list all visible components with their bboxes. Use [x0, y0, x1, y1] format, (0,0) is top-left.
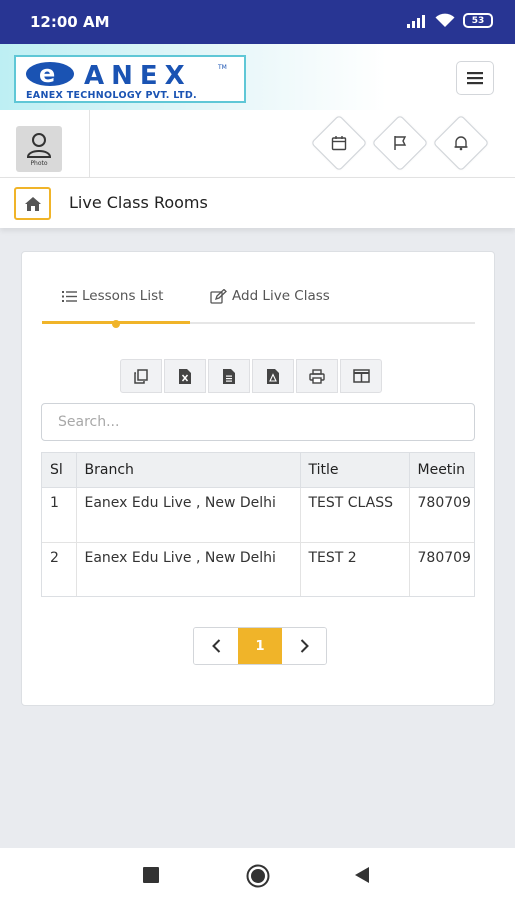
table-row[interactable]: 2 Eanex Edu Live , New Delhi TEST 2 7807… — [42, 542, 474, 596]
signal-icon — [407, 14, 425, 28]
table-cell-title: TEST 2 — [300, 542, 410, 596]
status-time: 12:00 AM — [30, 13, 110, 31]
main-card: Lessons List Add Live Class Search... Sl… — [21, 251, 495, 706]
tab-label: Add Live Class — [232, 288, 330, 304]
column-header-title[interactable]: Title — [300, 453, 410, 488]
chevron-right-icon — [300, 639, 309, 653]
home-nav-button[interactable] — [246, 864, 270, 888]
brand-logo[interactable]: e ANEX TM EANEX TECHNOLOGY PVT. LTD. — [14, 55, 246, 103]
status-icons: 53 — [407, 13, 493, 28]
search-input[interactable] — [41, 403, 475, 441]
print-icon — [309, 368, 325, 384]
print-button[interactable] — [296, 359, 338, 393]
svg-text:ANEX: ANEX — [84, 61, 192, 88]
avatar-caption: Photo — [30, 160, 48, 167]
table-cell-branch: Eanex Edu Live , New Delhi — [76, 487, 301, 543]
circle-icon — [246, 864, 270, 888]
table-header-row: Sl Branch Title Meetin — [42, 453, 474, 488]
page-button-current[interactable]: 1 — [238, 628, 282, 664]
wifi-icon — [435, 13, 455, 27]
battery-icon: 53 — [463, 13, 493, 28]
tab-label: Lessons List — [82, 288, 164, 304]
system-nav-bar — [0, 848, 515, 900]
table-cell-branch: Eanex Edu Live , New Delhi — [76, 542, 301, 596]
tab-add-live-class[interactable]: Add Live Class — [210, 288, 330, 304]
list-icon — [62, 290, 77, 302]
copy-icon — [134, 368, 148, 384]
battery-level: 53 — [471, 15, 485, 26]
excel-export-button[interactable] — [164, 359, 206, 393]
avatar[interactable]: Photo — [16, 126, 62, 172]
lessons-table: Sl Branch Title Meetin 1 Eanex Edu Live … — [41, 452, 475, 597]
user-bar: Photo — [0, 110, 515, 178]
flag-icon — [394, 136, 407, 150]
export-toolbar — [120, 359, 382, 393]
svg-text:e: e — [39, 60, 55, 88]
square-icon — [143, 867, 159, 883]
svg-text:TM: TM — [217, 64, 227, 71]
tab-lessons-list[interactable]: Lessons List — [62, 288, 163, 304]
menu-button[interactable] — [456, 61, 494, 95]
table-cell-meeting: 780709 — [409, 487, 474, 543]
recents-button[interactable] — [143, 867, 159, 883]
page-title: Live Class Rooms — [69, 193, 208, 212]
flag-button[interactable] — [371, 114, 429, 172]
tab-active-dot — [112, 320, 120, 328]
top-bar: e ANEX TM EANEX TECHNOLOGY PVT. LTD. — [0, 44, 515, 110]
pagination: 1 — [193, 627, 327, 665]
calendar-button[interactable] — [310, 114, 368, 172]
edit-icon — [210, 288, 227, 304]
table-cell-sl: 2 — [42, 542, 77, 596]
back-triangle-icon — [355, 867, 369, 883]
column-header-sl[interactable]: Sl — [42, 453, 77, 488]
home-icon — [24, 196, 41, 211]
bell-icon — [454, 136, 468, 151]
user-icon — [26, 133, 52, 158]
chevron-left-icon — [211, 639, 220, 653]
hamburger-icon — [467, 72, 483, 85]
column-header-meeting[interactable]: Meetin — [409, 453, 474, 488]
notification-button[interactable] — [432, 114, 490, 172]
calendar-icon — [331, 136, 347, 151]
back-button[interactable] — [354, 866, 370, 884]
table-cell-meeting: 780709 — [409, 542, 474, 596]
table-cell-title: TEST CLASS — [300, 487, 410, 543]
table-cell-sl: 1 — [42, 487, 77, 543]
divider — [89, 110, 90, 178]
pdf-icon — [267, 368, 279, 384]
column-header-branch[interactable]: Branch — [76, 453, 301, 488]
excel-icon — [179, 368, 191, 384]
prev-page-button[interactable] — [194, 628, 238, 664]
column-visibility-button[interactable] — [340, 359, 382, 393]
next-page-button[interactable] — [282, 628, 326, 664]
logo-subtitle: EANEX TECHNOLOGY PVT. LTD. — [26, 90, 197, 101]
tab-bar: Lessons List Add Live Class — [42, 282, 475, 328]
status-bar: 12:00 AM 53 — [0, 0, 515, 44]
document-icon — [223, 368, 235, 384]
csv-export-button[interactable] — [208, 359, 250, 393]
columns-icon — [352, 369, 370, 383]
copy-button[interactable] — [120, 359, 162, 393]
pdf-export-button[interactable] — [252, 359, 294, 393]
breadcrumb: Live Class Rooms — [0, 178, 515, 228]
table: Sl Branch Title Meetin 1 Eanex Edu Live … — [42, 453, 474, 596]
table-row[interactable]: 1 Eanex Edu Live , New Delhi TEST CLASS … — [42, 487, 474, 543]
logo-mark: e ANEX TM — [26, 60, 227, 88]
home-button[interactable] — [14, 187, 51, 220]
